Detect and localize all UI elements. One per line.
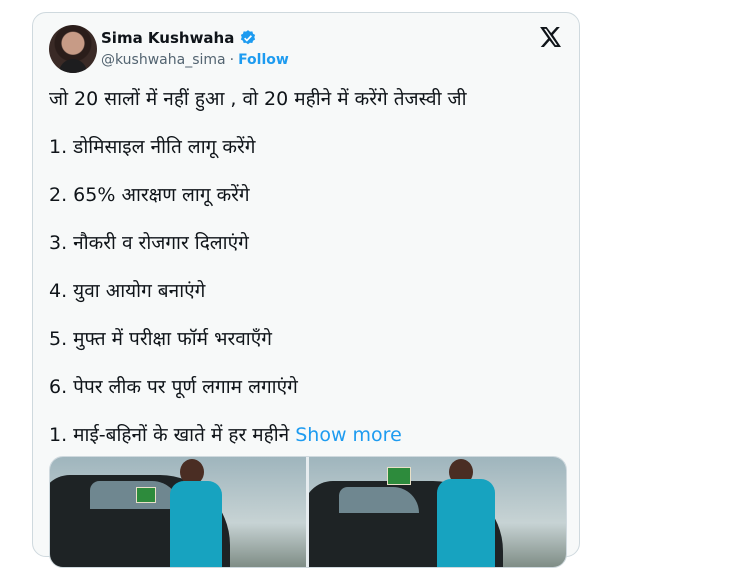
author-name[interactable]: Sima Kushwaha <box>101 29 234 47</box>
author-handle-row: @kushwaha_sima · Follow <box>101 52 289 68</box>
tweet-line-4: 4. युवा आयोग बनाएंगे <box>49 280 206 302</box>
media-photo-1[interactable] <box>50 457 306 567</box>
author-name-row: Sima Kushwaha <box>101 29 257 47</box>
verified-badge-icon <box>241 30 256 45</box>
tweet-card[interactable]: Sima Kushwaha @kushwaha_sima · Follow जो… <box>32 12 580 568</box>
tweet-line-7: 1. माई-बहिनों के खाते में हर महीने Show … <box>49 423 402 447</box>
follow-button[interactable]: Follow <box>238 52 289 68</box>
tweet-line-7-text: 1. माई-बहिनों के खाते में हर महीने <box>49 424 290 446</box>
separator-dot: · <box>229 52 235 68</box>
tweet-line-3: 3. नौकरी व रोजगार दिलाएंगे <box>49 232 249 254</box>
x-logo-icon[interactable] <box>540 27 562 47</box>
avatar[interactable] <box>49 25 97 73</box>
tweet-line-1: 1. डोमिसाइल नीति लागू करेंगे <box>49 136 256 158</box>
tweet-line-6: 6. पेपर लीक पर पूर्ण लगाम लगाएंगे <box>49 376 298 398</box>
author-handle[interactable]: @kushwaha_sima <box>101 52 226 68</box>
show-more-link[interactable]: Show more <box>295 424 402 446</box>
tweet-media <box>49 456 567 568</box>
media-photo-2[interactable] <box>309 457 566 567</box>
tweet-line-2: 2. 65% आरक्षण लागू करेंगे <box>49 184 250 206</box>
tweet-line-5: 5. मुफ्त में परीक्षा फॉर्म भरवाएँगे <box>49 328 272 350</box>
tweet-line-headline: जो 20 सालों में नहीं हुआ , वो 20 महीने म… <box>49 88 467 110</box>
